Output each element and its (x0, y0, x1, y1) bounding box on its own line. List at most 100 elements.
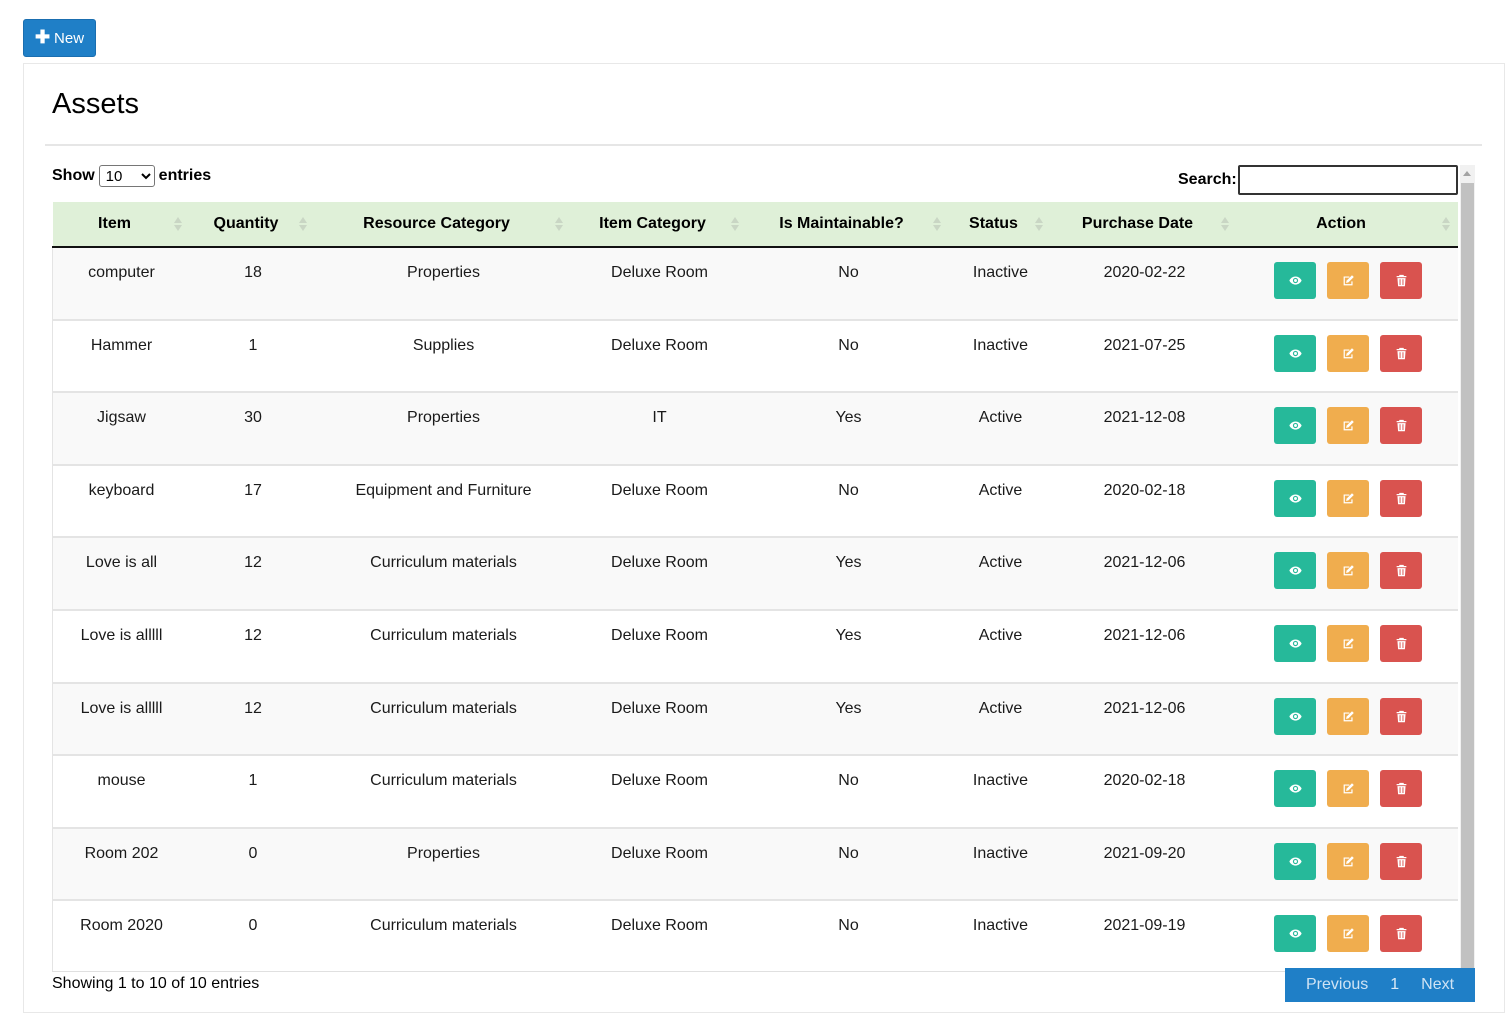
table-row: Love is alllll 12 Curriculum materials Delu… (52, 609, 1459, 683)
cell-quantity: 0 (248, 844, 258, 862)
column-header-item[interactable]: Item (52, 202, 191, 248)
delete-button[interactable] (1380, 624, 1423, 662)
edit-button[interactable] (1327, 334, 1370, 372)
view-button[interactable] (1274, 334, 1317, 372)
edit-button[interactable] (1327, 262, 1370, 299)
cell-quantity: 12 (244, 699, 262, 717)
cell-status: Inactive (972, 772, 1029, 790)
column-header-purchase-date[interactable]: Purchase Date (1051, 202, 1238, 248)
edit-button[interactable] (1327, 624, 1370, 662)
cell-action (1238, 610, 1459, 683)
cell-is-maintainable: No (838, 481, 859, 499)
table-row: mouse 1 Curriculum materials Deluxe Room No I… (52, 755, 1458, 828)
trash-icon (1395, 564, 1408, 577)
search-control: Search: (1178, 165, 1458, 195)
delete-button[interactable] (1380, 842, 1423, 880)
view-button[interactable] (1274, 479, 1317, 517)
cell-item-category: IT (652, 409, 667, 427)
delete-button[interactable] (1380, 770, 1423, 808)
cell-status: Inactive (972, 844, 1029, 862)
view-button[interactable] (1274, 697, 1317, 735)
search-input[interactable] (1237, 165, 1458, 195)
cell-quantity: 12 (244, 554, 262, 572)
sort-icon (173, 216, 183, 232)
delete-button[interactable] (1380, 334, 1423, 372)
eye-icon (1289, 927, 1302, 940)
entries-length-control: Show 10 entries (52, 165, 211, 187)
cell-action (1238, 537, 1459, 610)
cell-item: Hammer (52, 319, 191, 393)
delete-button[interactable] (1380, 262, 1423, 299)
column-header-label: Purchase Date (1081, 215, 1194, 232)
trash-icon (1395, 274, 1408, 287)
view-button[interactable] (1274, 915, 1317, 953)
delete-button[interactable] (1380, 915, 1423, 953)
assets-table: Item Quantity Resource Category Item Catego… (52, 202, 1459, 971)
delete-button[interactable] (1380, 552, 1423, 590)
cell-is-maintainable: Yes (835, 554, 862, 572)
edit-button[interactable] (1327, 697, 1370, 735)
cell-resource-category: Curriculum materials (370, 772, 517, 790)
edit-button[interactable] (1327, 479, 1370, 517)
column-header-resource-category[interactable]: Resource Category (315, 202, 572, 248)
cell-item: keyboard (52, 464, 191, 538)
cell-quantity: 1 (248, 336, 258, 354)
column-header-status[interactable]: Status (949, 202, 1052, 248)
edit-icon (1342, 637, 1355, 650)
cell-is-maintainable: No (838, 264, 859, 281)
cell-item-category: Deluxe Room (611, 264, 708, 281)
trash-icon (1395, 855, 1408, 868)
sort-icon (554, 216, 564, 232)
sort-icon (1220, 216, 1230, 232)
delete-button[interactable] (1380, 407, 1423, 445)
page-1-button[interactable]: 1 (1379, 976, 1410, 994)
eye-icon (1289, 274, 1302, 287)
view-button[interactable] (1274, 552, 1317, 590)
edit-icon (1342, 710, 1355, 723)
row-actions (1269, 552, 1428, 590)
next-page-button[interactable]: Next (1410, 976, 1465, 994)
cell-item: computer (52, 247, 191, 320)
view-button[interactable] (1274, 842, 1317, 880)
view-button[interactable] (1274, 262, 1317, 299)
cell-is-maintainable: Yes (835, 626, 862, 644)
cell-is-maintainable: No (838, 772, 859, 790)
delete-button[interactable] (1380, 697, 1423, 735)
view-button[interactable] (1274, 407, 1317, 445)
eye-icon (1289, 564, 1302, 577)
title-divider (45, 144, 1482, 146)
cell-resource-category: Properties (407, 264, 480, 281)
edit-button[interactable] (1327, 770, 1370, 808)
delete-button[interactable] (1380, 479, 1423, 517)
edit-icon (1342, 927, 1355, 940)
trash-icon (1395, 419, 1408, 432)
column-header-label: Status (969, 215, 1018, 232)
edit-button[interactable] (1327, 915, 1370, 953)
entries-select[interactable]: 10 (98, 165, 155, 187)
scrollbar-thumb[interactable] (1461, 183, 1474, 973)
edit-button[interactable] (1327, 842, 1370, 880)
row-actions (1269, 334, 1428, 372)
previous-page-button[interactable]: Previous (1295, 976, 1379, 994)
new-button[interactable]: ✚ New (23, 19, 96, 57)
edit-icon (1342, 782, 1355, 795)
view-button[interactable] (1274, 624, 1317, 662)
cell-is-maintainable: No (838, 844, 859, 862)
column-header-quantity[interactable]: Quantity (190, 202, 316, 248)
cell-status: Inactive (972, 336, 1029, 354)
cell-purchase-date: 2021-12-08 (1103, 409, 1186, 427)
table-row: keyboard 17 Equipment and Furniture Deluxe … (52, 464, 1458, 538)
edit-icon (1342, 564, 1355, 577)
column-header-action[interactable]: Action (1237, 202, 1458, 248)
column-header-item-category[interactable]: Item Category (571, 202, 748, 248)
column-header-is-maintainable[interactable]: Is Maintainable? (747, 202, 950, 248)
table-row: Room 2020 0 Curriculum materials Deluxe Roo… (52, 900, 1458, 971)
eye-icon (1289, 347, 1302, 360)
view-button[interactable] (1274, 770, 1317, 808)
edit-icon (1342, 855, 1355, 868)
trash-icon (1395, 637, 1408, 650)
row-actions (1269, 479, 1428, 517)
scroll-up-arrow-icon[interactable] (1463, 171, 1471, 176)
edit-button[interactable] (1327, 407, 1370, 445)
edit-button[interactable] (1327, 552, 1370, 590)
